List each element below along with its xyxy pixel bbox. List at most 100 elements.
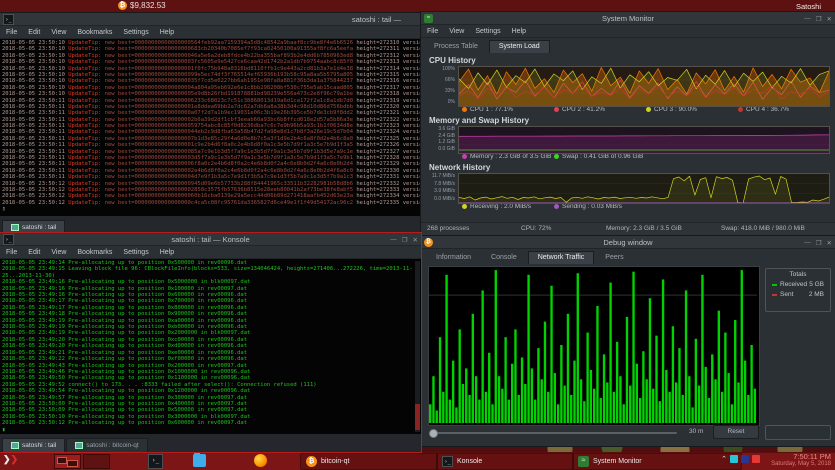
bitcoin-price-ticker[interactable]: ₿ $9,832.53 xyxy=(118,1,166,10)
window-title: satoshi : tail — xyxy=(352,15,401,24)
menu-item-view[interactable]: View xyxy=(51,29,66,36)
axis-label: 3.9 MiB/s xyxy=(425,188,455,194)
maximize-button[interactable]: ❐ xyxy=(816,15,822,23)
memory-history-graph xyxy=(458,126,830,154)
clock[interactable]: 7:50:11 PM Saturday, May 5, 2018 xyxy=(771,453,831,468)
terminal-output[interactable]: 2018-05-05 23:49:14 Pre-allocating up to… xyxy=(0,259,421,434)
legend-dot-icon xyxy=(554,107,559,112)
close-button[interactable]: ✕ xyxy=(827,15,832,23)
scrollbar[interactable] xyxy=(415,261,420,432)
network-history-graph xyxy=(458,173,830,204)
window-title: Debug window xyxy=(421,238,835,247)
legend-label: Swap : 0.41 GiB of 0.96 GiB xyxy=(562,153,643,160)
desktop-2[interactable] xyxy=(83,454,110,469)
traffic-color-mark xyxy=(772,284,777,286)
tray-icon-1[interactable] xyxy=(730,455,738,463)
timespan-slider-handle[interactable] xyxy=(429,429,438,438)
totals-title: Totals xyxy=(766,271,830,278)
menu-item-bookmarks[interactable]: Bookmarks xyxy=(77,29,112,36)
tab-process-table[interactable]: Process Table xyxy=(425,41,487,53)
clock-time: 7:50:11 PM xyxy=(771,453,831,461)
memory-history-title: Memory and Swap History xyxy=(429,116,835,125)
menu-item-edit[interactable]: Edit xyxy=(28,29,40,36)
cpu-legend: CPU 1 : 77.1%CPU 2 : 41.2%CPU 3 : 90.0%C… xyxy=(462,106,835,113)
terminal-output[interactable]: 2018-05-05 23:50:10 UpdateTip: new best=… xyxy=(0,39,421,216)
menu-item-settings[interactable]: Settings xyxy=(123,29,148,36)
konsole-icon: ›_ xyxy=(3,234,14,245)
task-label: System Monitor xyxy=(593,458,642,465)
scrollbar-handle[interactable] xyxy=(415,404,420,430)
menu-item-bookmarks[interactable]: Bookmarks xyxy=(77,249,112,256)
desktop-1[interactable] xyxy=(54,454,81,469)
axis-label: 3.6 GiB xyxy=(425,126,455,132)
menu-item-edit[interactable]: Edit xyxy=(28,249,40,256)
reset-button[interactable]: Reset xyxy=(713,425,759,439)
menu-item-file[interactable]: File xyxy=(6,29,17,36)
legend-label: Sending : 0.03 MiB/s xyxy=(562,203,622,210)
bitcoin-debug-window: ₿ Debug window — ❐ ✕ InformationConsoleN… xyxy=(421,236,835,446)
totals-row: Sent2 MB xyxy=(766,288,830,298)
bottom-right-panel xyxy=(765,425,831,440)
maximize-button[interactable]: ❐ xyxy=(816,239,822,247)
taskbar-task-konsole[interactable]: ›_Konsole xyxy=(436,453,574,470)
titlebar[interactable]: ₿ Debug window — ❐ ✕ xyxy=(421,236,835,249)
menu-item-help[interactable]: Help xyxy=(512,28,526,35)
virtual-desktop-pager[interactable] xyxy=(54,454,110,469)
terminal-tab[interactable]: satoshi : tail xyxy=(2,220,65,234)
close-button[interactable]: ✕ xyxy=(827,239,832,247)
konsole-window-bottom: ›_ satoshi : tail — Konsole — ❐ ✕ File Ed… xyxy=(0,233,421,452)
legend-label: CPU 3 : 90.0% xyxy=(654,106,697,113)
menu-item-help[interactable]: Help xyxy=(160,29,174,36)
firefox-icon[interactable] xyxy=(254,454,267,467)
tab-information[interactable]: Information xyxy=(427,252,480,264)
task-label: Konsole xyxy=(457,458,482,465)
file-manager-icon[interactable] xyxy=(193,454,206,467)
tray-icon-2[interactable] xyxy=(741,455,749,463)
tab-peers[interactable]: Peers xyxy=(596,252,632,264)
menu-item-file[interactable]: File xyxy=(6,249,17,256)
tray-icon-3[interactable] xyxy=(752,455,760,463)
task-label: bitcoin-qt xyxy=(321,458,349,465)
menu-item-settings[interactable]: Settings xyxy=(475,28,500,35)
konsole-launcher-icon[interactable]: ›_ xyxy=(148,454,163,469)
log-line: 2018-05-05 23:49:15 Leaving block file 9… xyxy=(2,266,413,279)
maximize-button[interactable]: ❐ xyxy=(402,236,408,244)
legend-item: CPU 4 : 36.7% xyxy=(738,106,830,113)
tab-system-load[interactable]: System Load xyxy=(489,40,550,53)
legend-label: CPU 4 : 36.7% xyxy=(746,106,789,113)
tab-network-traffic[interactable]: Network Traffic xyxy=(528,251,595,264)
titlebar[interactable]: ›_ satoshi : tail — Konsole — ❐ ✕ xyxy=(0,233,421,246)
menu-item-settings[interactable]: Settings xyxy=(123,249,148,256)
app-launcher-icon[interactable]: ❯❯ xyxy=(3,454,18,465)
terminal-tab-satoshi-tail[interactable]: satoshi : tail xyxy=(2,438,65,452)
axis-label: 0.0 GiB xyxy=(425,146,455,152)
memory-axis: 3.6 GiB2.4 GiB1.2 GiB0.0 GiB xyxy=(425,126,455,152)
menu-item-view[interactable]: View xyxy=(449,28,464,35)
tray-expand-icon[interactable]: ⌃ xyxy=(721,455,727,463)
tab-icon xyxy=(11,442,19,449)
taskbar-task-bitcoin-qt[interactable]: ₿bitcoin-qt xyxy=(300,453,438,470)
legend-item: CPU 1 : 77.1% xyxy=(462,106,554,113)
legend-item: Swap : 0.41 GiB of 0.96 GiB xyxy=(554,153,646,160)
titlebar[interactable]: ≈ System Monitor — ❐ ✕ xyxy=(421,12,835,25)
terminal-tab-satoshi-bitcoin-qt[interactable]: satoshi : bitcoin-qt xyxy=(66,438,147,452)
timespan-slider-track[interactable] xyxy=(431,432,677,434)
menu-item-file[interactable]: File xyxy=(427,28,438,35)
legend-dot-icon xyxy=(462,154,467,159)
minimize-button[interactable]: — xyxy=(804,15,811,22)
cpu-history-graph xyxy=(458,66,830,107)
terminal-cursor: ▮ xyxy=(2,427,413,433)
traffic-color-mark xyxy=(772,294,777,296)
menu-item-help[interactable]: Help xyxy=(160,249,174,256)
tab-icon xyxy=(75,442,83,449)
tab-icon xyxy=(11,224,19,231)
minimize-button[interactable]: — xyxy=(390,236,397,243)
menu-item-view[interactable]: View xyxy=(51,249,66,256)
tab-console[interactable]: Console xyxy=(482,252,526,264)
cpu-axis: 100%66%33%0% xyxy=(425,66,455,105)
minimize-button[interactable]: — xyxy=(804,239,811,246)
close-button[interactable]: ✕ xyxy=(413,236,418,244)
titlebar[interactable]: ›_ satoshi : tail — xyxy=(0,13,421,26)
taskbar-task-system-monitor[interactable]: ≈System Monitor xyxy=(572,453,742,470)
totals-label: Received xyxy=(772,281,807,288)
